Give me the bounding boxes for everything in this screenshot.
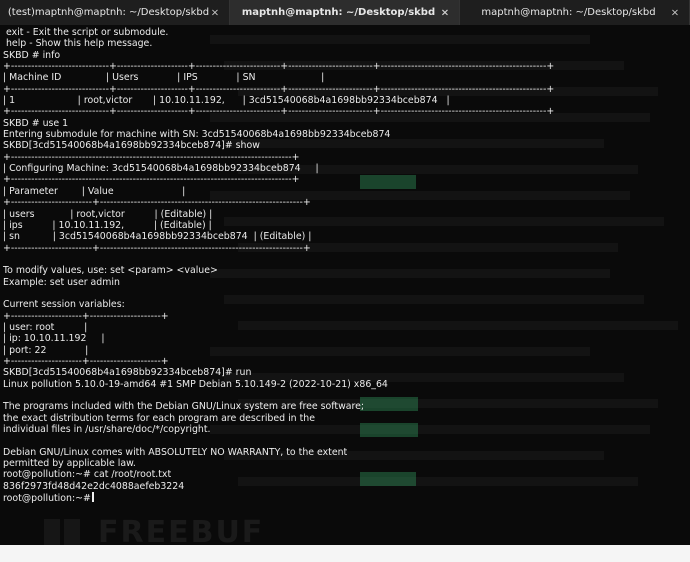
terminal-line: help - Show this help message. (3, 38, 153, 50)
terminal-line: | Configuring Machine: 3cd51540068b4a169… (3, 163, 319, 175)
terminal-line: +---------------------+-----------------… (3, 310, 169, 322)
terminal-line: Debian GNU/Linux comes with ABSOLUTELY N… (3, 446, 348, 458)
tab-bar: (test)maptnh@maptnh: ~/Desktop/skbd × ma… (0, 0, 690, 26)
terminal-line: Example: set user admin (3, 276, 120, 288)
tab-3[interactable]: maptnh@maptnh: ~/Desktop/skbd × (460, 0, 690, 25)
terminal-line: | 1 | root,victor | 10.10.11.192, | 3cd5… (3, 95, 450, 107)
close-icon[interactable]: × (209, 7, 221, 18)
terminal-line: +---------------------------------------… (3, 174, 300, 186)
terminal-line: | ip: 10.10.11.192 | (3, 333, 105, 345)
terminal-line: exit - Exit the script or submodule. (3, 27, 169, 38)
terminal-line: Entering submodule for machine with SN: … (3, 129, 391, 141)
terminal-line: SKBD[3cd51540068b4a1698bb92334bceb874]# … (3, 140, 260, 152)
terminal-output: exit - Exit the script or submodule. hel… (3, 27, 555, 504)
terminal-line: The programs included with the Debian GN… (3, 401, 365, 413)
close-icon[interactable]: × (669, 7, 681, 18)
terminal-line: SKBD # use 1 (3, 117, 69, 129)
terminal-line: individual files in /usr/share/doc/*/cop… (3, 424, 211, 436)
terminal-line: | sn | 3cd51540068b4a1698bb92334bceb874 … (3, 231, 312, 243)
terminal-line: +-----------------------------+---------… (3, 106, 555, 118)
terminal-line: | Parameter | Value | (3, 185, 186, 197)
tab-1-label: (test)maptnh@maptnh: ~/Desktop/skbd (7, 7, 210, 18)
terminal-line: +-----------------------------+---------… (3, 61, 555, 73)
terminal-line: root@pollution:~# cat /root/root.txt (3, 469, 172, 481)
tab-1[interactable]: (test)maptnh@maptnh: ~/Desktop/skbd × (0, 0, 230, 25)
text-cursor (91, 492, 94, 503)
bottom-strip (0, 545, 690, 562)
terminal-line: root@pollution:~# (3, 492, 554, 504)
terminal-line: +---------------------------------------… (3, 151, 300, 163)
terminal-line: +------------------------+--------------… (3, 242, 311, 254)
terminal-line: the exact distribution terms for each pr… (3, 412, 315, 424)
terminal-line: | Machine ID | Users | IPS | SN | (3, 72, 325, 84)
terminal-line: | user: root | (3, 321, 88, 333)
close-icon[interactable]: × (439, 7, 451, 18)
terminal-line: To modify values, use: set <param> <valu… (3, 265, 218, 277)
terminal-line: | ips | 10.10.11.192, | (Editable) | (3, 219, 212, 231)
terminal-line: permitted by applicable law. (3, 458, 136, 470)
terminal-line: | users | root,victor | (Editable) | (3, 208, 213, 220)
terminal-line: Linux pollution 5.10.0-19-amd64 #1 SMP D… (3, 378, 388, 390)
terminal-line: | port: 22 | (3, 344, 89, 356)
tab-2[interactable]: maptnh@maptnh: ~/Desktop/skbd × (230, 0, 460, 25)
terminal-line: +------------------------+--------------… (3, 197, 311, 209)
terminal-line: SKBD[3cd51540068b4a1698bb92334bceb874]# … (3, 367, 252, 379)
terminal-line: 836f2973fd48d42e2dc4088aefeb3224 (3, 480, 185, 492)
terminal-line: +---------------------+-----------------… (3, 355, 169, 367)
tab-3-label: maptnh@maptnh: ~/Desktop/skbd (481, 7, 656, 18)
terminal-line: +-----------------------------+---------… (3, 83, 555, 95)
terminal-line: Current session variables: (3, 299, 125, 311)
terminal-window[interactable]: exit - Exit the script or submodule. hel… (0, 25, 690, 545)
watermark-logo: FREEBUF (40, 513, 262, 545)
tab-2-label: maptnh@maptnh: ~/Desktop/skbd (241, 7, 436, 18)
terminal-line: SKBD # info (3, 49, 61, 61)
